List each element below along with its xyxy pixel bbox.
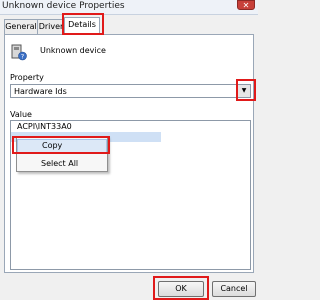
ok-button[interactable]: OK [158,281,204,297]
tab-details[interactable]: Details [64,17,100,35]
property-selected-value: Hardware Ids [14,87,67,96]
property-label: Property [10,73,44,82]
unknown-device-icon: ? [11,44,27,61]
property-select[interactable]: Hardware Ids ▼ [10,84,251,98]
close-icon[interactable]: ✕ [237,0,255,10]
cancel-button[interactable]: Cancel [212,281,256,297]
window-title: Unknown device Properties [2,1,125,11]
copy-menu-item[interactable]: Copy [17,139,107,153]
select-all-menu-item[interactable]: Select All [17,157,107,171]
value-label: Value [10,110,32,119]
title-bar: Unknown device Properties ✕ [0,0,258,15]
device-name: Unknown device [40,46,106,55]
tab-general[interactable]: General [4,19,38,34]
context-menu: Copy Select All [16,136,108,172]
chevron-down-icon[interactable]: ▼ [237,85,250,97]
value-item[interactable]: ACPI\INT33A0 [17,122,72,131]
tab-driver[interactable]: Driver [37,19,65,34]
svg-text:?: ? [21,52,24,60]
